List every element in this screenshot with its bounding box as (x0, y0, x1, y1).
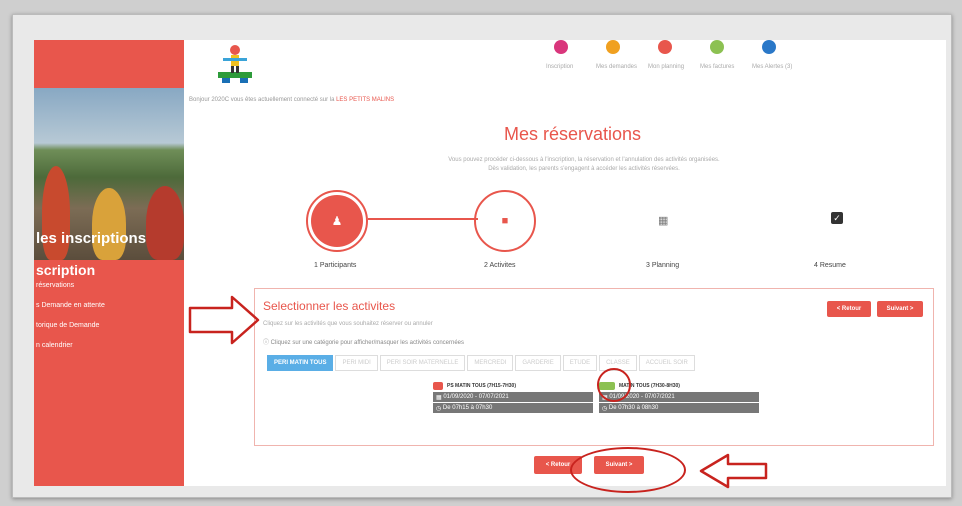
check-icon: ✓ (831, 212, 843, 224)
top-caption: Mes demandes (596, 64, 638, 70)
step-icon-planning[interactable] (658, 40, 672, 54)
step-participants-icon: ♟ (311, 195, 363, 247)
step-label: 1 Participants (314, 262, 357, 269)
sidebar-link-history[interactable]: torique de Demande (34, 322, 99, 329)
tab-category[interactable]: GARDERIE (515, 355, 561, 371)
suivant-button-top[interactable]: Suivant > (877, 301, 923, 317)
arrow-left-icon (699, 453, 768, 489)
page-intro: Vous pouvez procéder ci-dessous à l'insc… (394, 156, 774, 174)
sidebar-link-calendar[interactable]: n calendrier (34, 342, 73, 349)
info-icon: ⓘ (263, 340, 271, 346)
sidebar-link-reservations[interactable]: réservations (34, 282, 74, 289)
step-label: 2 Activites (484, 262, 516, 269)
card-dates: ▦ 01/09/2020 - 07/07/2021 (433, 392, 593, 402)
panel-info: ⓘ Cliquez sur une catégorie pour affiche… (263, 337, 464, 346)
sidebar: les inscriptions scription réservations … (34, 40, 184, 486)
browser-screen: les inscriptions scription réservations … (34, 40, 946, 486)
step-icon-inscription[interactable] (554, 40, 568, 54)
step-activites-icon: ■ (474, 190, 536, 252)
step-icon-alertes[interactable] (762, 40, 776, 54)
card-hours-text: De 07h15 à 07h30 (442, 405, 493, 411)
top-caption: Mes Alertes (3) (752, 64, 793, 70)
category-tabs: PERI MATIN TOUS PERI MIDI PERI SOIR MATE… (267, 355, 695, 371)
child-figure (146, 186, 184, 260)
logo-icon (218, 45, 252, 83)
sidebar-subtitle: scription (36, 262, 96, 278)
highlight-circle (570, 447, 686, 493)
top-caption: Mes factures (700, 64, 735, 70)
tab-category[interactable]: ACCUEIL SOIR (638, 355, 695, 371)
welcome-org: LES PETITS MALINS (336, 97, 395, 103)
topbar: Inscription Mes demandes Mon planning Me… (184, 40, 946, 88)
calendar-icon: ▦ (436, 394, 444, 401)
intro-line: Vous pouvez procéder ci-dessous à l'insc… (448, 157, 720, 163)
card-hours: ◷ De 07h30 à 08h30 (599, 403, 759, 413)
sidebar-link-pending[interactable]: s Demande en attente (34, 302, 105, 309)
step-label: 4 Resume (814, 262, 846, 269)
step-icon-factures[interactable] (710, 40, 724, 54)
intro-line: Dès validation, les parents s'engagent à… (488, 166, 680, 172)
tab-category[interactable]: ETUDE (562, 355, 598, 371)
step-icon-demandes[interactable] (606, 40, 620, 54)
tab-category[interactable]: PERI MIDI (335, 355, 378, 371)
panel-subtitle: Cliquez sur les activités que vous souha… (263, 321, 433, 327)
welcome-message: Bonjour 2020C vous êtes actuellement con… (189, 97, 335, 103)
clock-icon: ◷ (602, 405, 609, 412)
activities-panel: Selectionner les activites Cliquez sur l… (254, 288, 934, 446)
card-title: PS MATIN TOUS (7H15-7H30) (447, 383, 516, 389)
card-dates-text: 01/09/2020 - 07/07/2021 (443, 394, 509, 400)
highlight-circle (597, 368, 631, 402)
card-hours-text: De 07h30 à 08h30 (608, 405, 659, 411)
calendar-icon: ▦ (658, 215, 669, 227)
tab-category[interactable]: MERCREDI (467, 355, 514, 371)
arrow-right-icon (188, 295, 260, 345)
retour-button-top[interactable]: < Retour (827, 301, 871, 317)
tab-category[interactable]: PERI SOIR MATERNELLE (379, 355, 466, 371)
stepper-line (368, 218, 478, 220)
tab-peri-matin[interactable]: PERI MATIN TOUS (267, 355, 334, 371)
sidebar-title: les inscriptions (36, 230, 147, 247)
panel-title: Selectionner les activites (263, 299, 396, 313)
page-title: Mes réservations (504, 124, 642, 144)
step-label: 3 Planning (646, 262, 680, 269)
toggle-switch[interactable] (433, 382, 443, 390)
panel-info-text: Cliquez sur une catégorie pour afficher/… (270, 340, 464, 346)
card-hours: ◷ De 07h15 à 07h30 (433, 403, 593, 413)
clock-icon: ◷ (436, 405, 443, 412)
child-figure (92, 188, 126, 260)
stepper-circle: ♟ (306, 190, 368, 252)
card-header: PS MATIN TOUS (7H15-7H30) (433, 381, 593, 391)
welcome-text: Bonjour 2020C vous êtes actuellement con… (189, 97, 394, 103)
activity-card[interactable]: PS MATIN TOUS (7H15-7H30) ▦ 01/09/2020 -… (433, 381, 593, 413)
top-caption: Mon planning (648, 64, 685, 70)
top-caption: Inscription (546, 64, 574, 70)
